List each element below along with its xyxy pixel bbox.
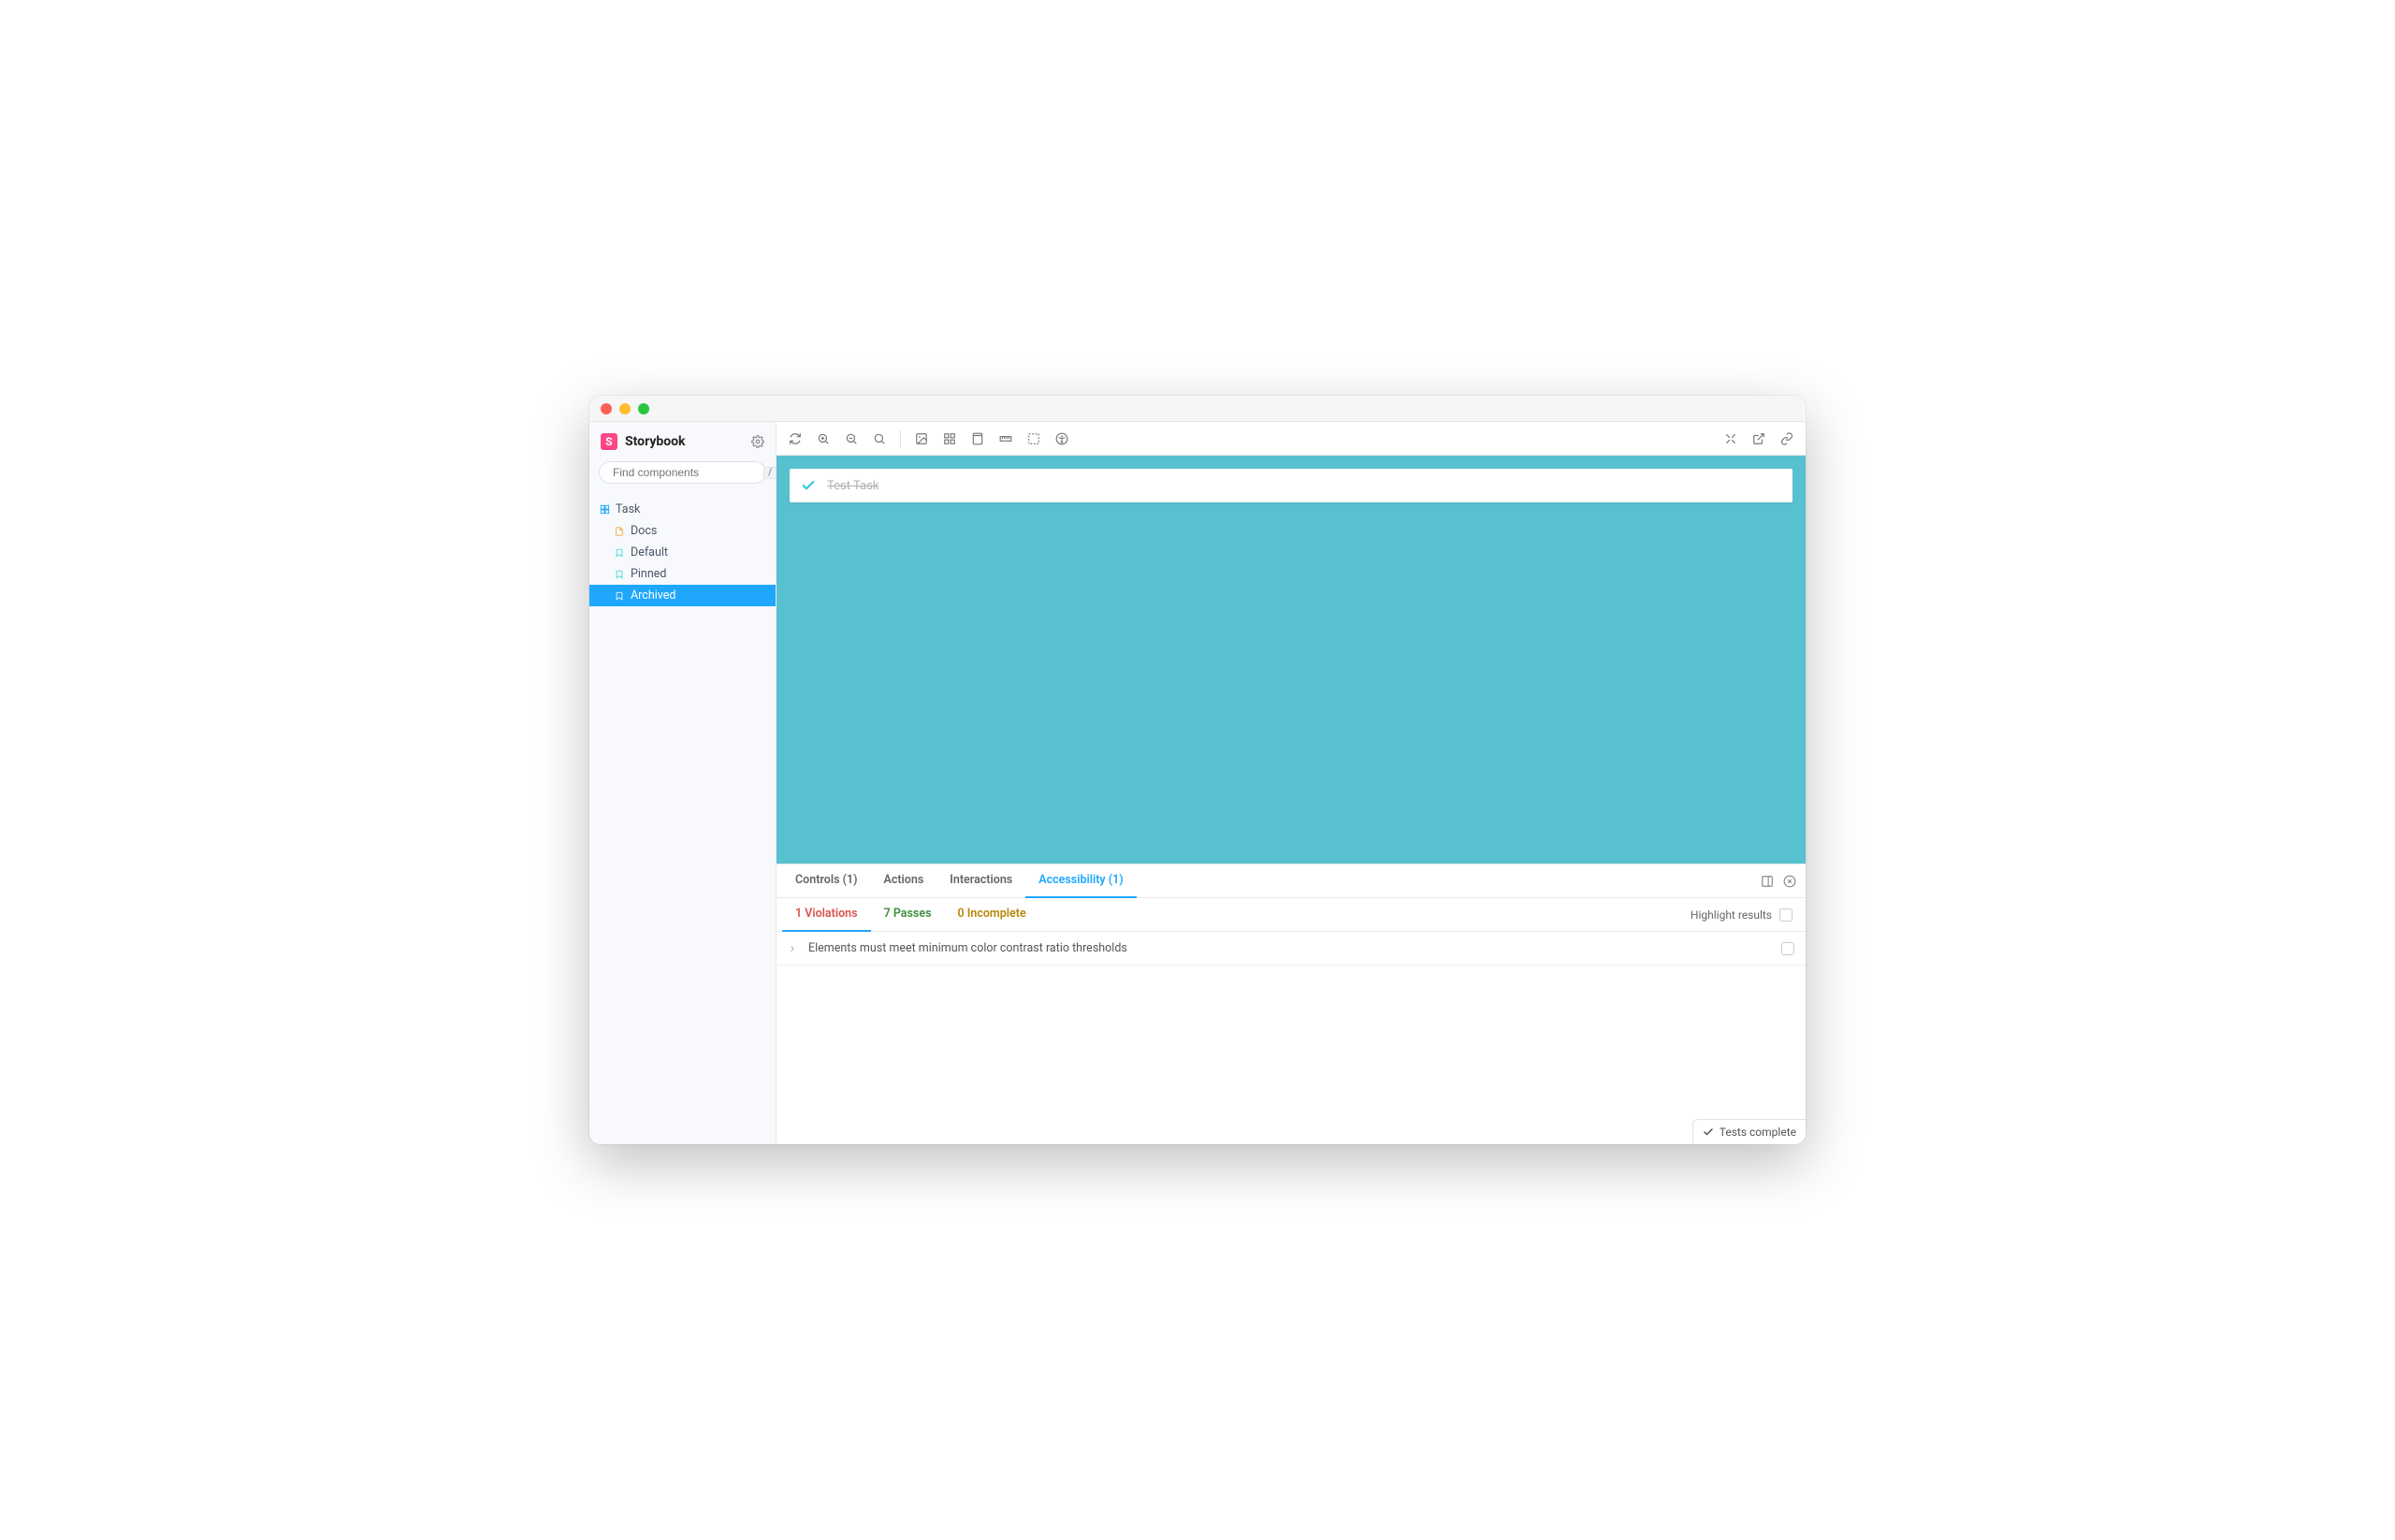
checkmark-icon <box>801 478 816 493</box>
chevron-right-icon <box>788 944 799 953</box>
document-icon <box>614 526 625 537</box>
app-title: Storybook <box>625 434 744 449</box>
search-shortcut-hint: / <box>763 467 777 479</box>
tab-label: Interactions <box>950 873 1012 887</box>
highlight-results-checkbox[interactable] <box>1779 908 1793 922</box>
tab-actions[interactable]: Actions <box>870 864 936 898</box>
search-input-wrapper[interactable]: / <box>599 461 766 484</box>
test-status-label: Tests complete <box>1720 1126 1796 1139</box>
addon-tabs: Controls (1) Actions Interactions Access… <box>782 864 1137 898</box>
a11y-tab-incomplete[interactable]: 0 Incomplete <box>945 898 1039 932</box>
remount-button[interactable] <box>786 429 805 448</box>
main-panel: Test Task Controls (1) Actions Interacti… <box>777 422 1806 1144</box>
zoom-in-icon <box>817 432 830 445</box>
image-icon <box>915 432 928 445</box>
tree-item-label: Docs <box>631 524 657 538</box>
zoom-out-button[interactable] <box>842 429 861 448</box>
accessibility-icon <box>1055 432 1068 445</box>
preview-canvas: Test Task <box>777 456 1806 864</box>
bookmark-icon <box>614 590 625 602</box>
a11y-tab-violations[interactable]: 1 Violations <box>782 898 871 932</box>
window-minimize-button[interactable] <box>619 403 631 414</box>
component-icon <box>599 504 610 516</box>
sidebar: S Storybook / Task <box>589 422 777 1144</box>
ruler-icon <box>999 432 1012 445</box>
tree-item-docs[interactable]: Docs <box>589 520 776 542</box>
violation-row[interactable]: Elements must meet minimum color contras… <box>777 932 1806 966</box>
tab-accessibility[interactable]: Accessibility (1) <box>1025 864 1136 898</box>
tab-label: Accessibility (1) <box>1038 873 1123 887</box>
tab-label: Controls (1) <box>795 873 857 887</box>
tree-item-pinned[interactable]: Pinned <box>589 563 776 585</box>
viewport-icon <box>971 432 984 445</box>
tab-label: 7 Passes <box>884 907 932 921</box>
zoom-in-button[interactable] <box>814 429 833 448</box>
grid-icon <box>943 432 956 445</box>
a11y-tab-passes[interactable]: 7 Passes <box>871 898 945 932</box>
tree-component-task[interactable]: Task <box>589 499 776 520</box>
bookmark-icon <box>614 547 625 559</box>
zoom-out-icon <box>845 432 858 445</box>
tree-item-label: Default <box>631 545 668 559</box>
close-panel-button[interactable] <box>1783 875 1796 888</box>
app-window: S Storybook / Task <box>589 396 1806 1144</box>
task-title: Test Task <box>827 479 878 493</box>
tree-item-label: Archived <box>631 588 675 603</box>
open-external-icon <box>1752 432 1765 445</box>
fullscreen-icon <box>1724 432 1737 445</box>
violation-message: Elements must meet minimum color contras… <box>808 941 1127 955</box>
link-icon <box>1780 432 1793 445</box>
copy-link-button[interactable] <box>1778 429 1796 448</box>
check-icon <box>1703 1126 1714 1138</box>
background-button[interactable] <box>912 429 931 448</box>
window-close-button[interactable] <box>601 403 612 414</box>
window-titlebar <box>589 396 1806 422</box>
grid-button[interactable] <box>940 429 959 448</box>
tree-item-default[interactable]: Default <box>589 542 776 563</box>
zoom-reset-button[interactable] <box>870 429 889 448</box>
fullscreen-button[interactable] <box>1721 429 1740 448</box>
tab-label: 1 Violations <box>795 907 858 921</box>
highlight-results-label: Highlight results <box>1691 908 1772 922</box>
sync-icon <box>789 432 802 445</box>
measure-button[interactable] <box>996 429 1015 448</box>
violation-checkbox[interactable] <box>1781 942 1794 955</box>
test-status-pill[interactable]: Tests complete <box>1692 1119 1806 1144</box>
task-item: Test Task <box>790 469 1793 502</box>
outline-button[interactable] <box>1024 429 1043 448</box>
settings-button[interactable] <box>751 435 764 448</box>
open-isolated-button[interactable] <box>1749 429 1768 448</box>
tab-label: 0 Incomplete <box>958 907 1026 921</box>
zoom-reset-icon <box>873 432 886 445</box>
tab-interactions[interactable]: Interactions <box>936 864 1025 898</box>
tree-component-label: Task <box>616 502 640 516</box>
storybook-logo-icon: S <box>601 433 617 450</box>
toolbar-separator <box>900 430 901 447</box>
addons-panel: Controls (1) Actions Interactions Access… <box>777 864 1806 1144</box>
bookmark-icon <box>614 569 625 580</box>
viewport-button[interactable] <box>968 429 987 448</box>
outline-icon <box>1027 432 1040 445</box>
panel-position-icon <box>1761 875 1774 888</box>
close-icon <box>1783 875 1796 888</box>
preview-toolbar <box>777 422 1806 456</box>
accessibility-vision-button[interactable] <box>1052 429 1071 448</box>
explorer-tree: Task Docs Default <box>589 495 776 610</box>
tab-label: Actions <box>883 873 923 887</box>
search-input[interactable] <box>613 466 758 479</box>
tab-controls[interactable]: Controls (1) <box>782 864 870 898</box>
window-zoom-button[interactable] <box>638 403 649 414</box>
gear-icon <box>751 435 764 448</box>
tree-item-archived[interactable]: Archived <box>589 585 776 606</box>
panel-position-button[interactable] <box>1761 875 1774 888</box>
tree-item-label: Pinned <box>631 567 666 581</box>
